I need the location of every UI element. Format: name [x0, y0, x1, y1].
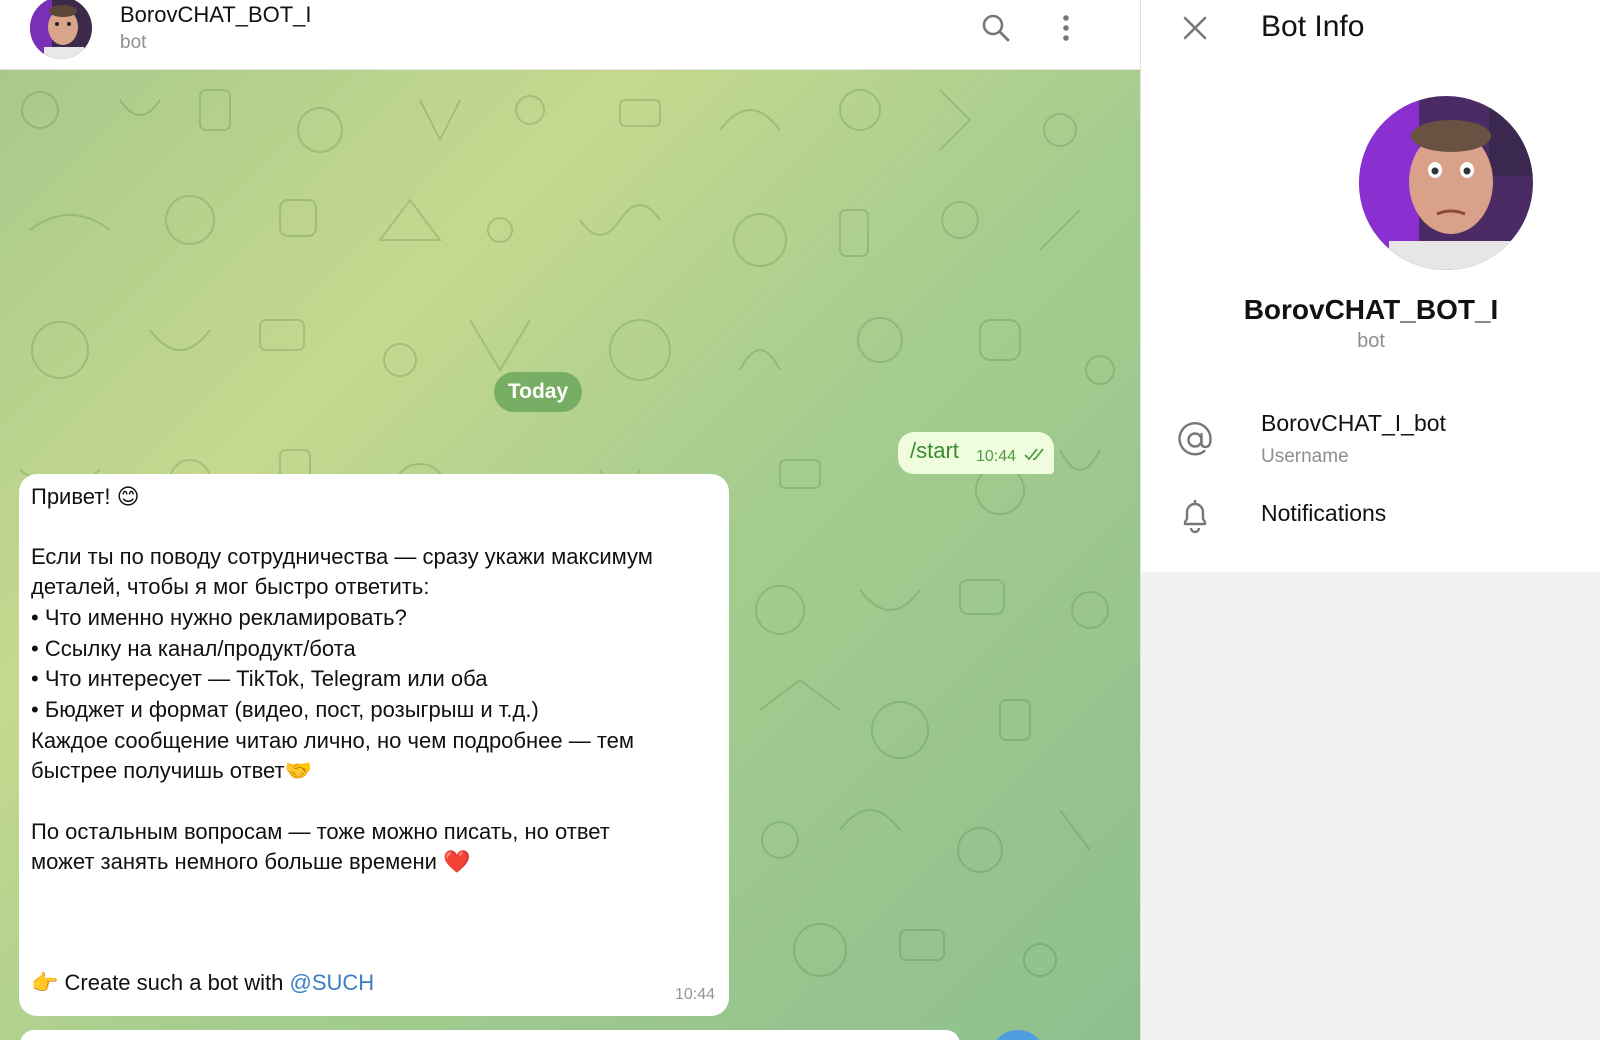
- such-link[interactable]: @SUCH: [290, 970, 375, 995]
- message-line: • Что именно нужно рекламировать?: [31, 605, 407, 630]
- chat-header: BorovCHAT_BOT_I bot: [0, 0, 1140, 70]
- more-vertical-icon[interactable]: [1048, 10, 1084, 46]
- message-line: • Что интересует — TikTok, Telegram или …: [31, 666, 488, 691]
- bot-name: BorovCHAT_BOT_I: [1243, 294, 1499, 325]
- chat-status: bot: [120, 32, 147, 53]
- chat-title[interactable]: BorovCHAT_BOT_I: [120, 2, 312, 28]
- notifications-label: Notifications: [1261, 500, 1387, 526]
- date-separator: Today: [494, 372, 582, 412]
- message-line: деталей, чтобы я мог быстро ответить:: [31, 574, 430, 599]
- avatar[interactable]: [30, 0, 92, 59]
- message-line: Привет! 😊: [31, 484, 140, 509]
- message-line: быстрее получишь ответ🤝: [31, 758, 313, 783]
- message-line: Каждое сообщение читаю лично, но чем под…: [31, 728, 635, 753]
- double-check-icon: [1024, 448, 1048, 467]
- search-icon[interactable]: [978, 10, 1014, 46]
- incoming-message[interactable]: Привет! 😊 Если ты по поводу сотрудничест…: [19, 474, 729, 1016]
- message-time: 10:44: [674, 986, 715, 1003]
- message-text: /start: [910, 438, 959, 463]
- username-value: BorovCHAT_I_bot: [1261, 410, 1446, 436]
- bot-info-card: Bot Info BorovCHAT_BOT_I bot BorovCHAT_I…: [1141, 0, 1600, 572]
- username-label: Username: [1261, 446, 1349, 467]
- message-input[interactable]: [20, 1030, 960, 1040]
- chat-background: Today /start 10:44 Привет! 😊 Если ты по …: [0, 70, 1140, 1040]
- outgoing-message[interactable]: /start 10:44: [898, 432, 1054, 474]
- message-line: • Ссылку на канал/продукт/бота: [31, 636, 356, 661]
- bell-icon: [1175, 496, 1215, 536]
- at-sign-icon: [1175, 420, 1215, 460]
- message-footer: 👉 Create such a bot with @SUCH: [31, 970, 374, 996]
- bot-info-panel: Bot Info BorovCHAT_BOT_I bot BorovCHAT_I…: [1140, 0, 1600, 1040]
- close-icon[interactable]: [1179, 12, 1211, 44]
- bot-status: bot: [1357, 330, 1385, 352]
- message-line: Если ты по поводу сотрудничества — сразу…: [31, 544, 653, 569]
- profile-photo[interactable]: [1359, 96, 1533, 270]
- message-time: 10:44: [976, 448, 1017, 465]
- message-line: • Бюджет и формат (видео, пост, розыгрыш…: [31, 697, 539, 722]
- message-line: может занять немного больше времени ❤️: [31, 849, 471, 874]
- footer-text: 👉 Create such a bot with: [31, 970, 290, 995]
- message-line: По остальным вопросам — тоже можно писат…: [31, 819, 610, 844]
- chat-area: BorovCHAT_BOT_I bot Today /start 10:44 П…: [0, 0, 1140, 1040]
- panel-title: Bot Info: [1261, 10, 1365, 43]
